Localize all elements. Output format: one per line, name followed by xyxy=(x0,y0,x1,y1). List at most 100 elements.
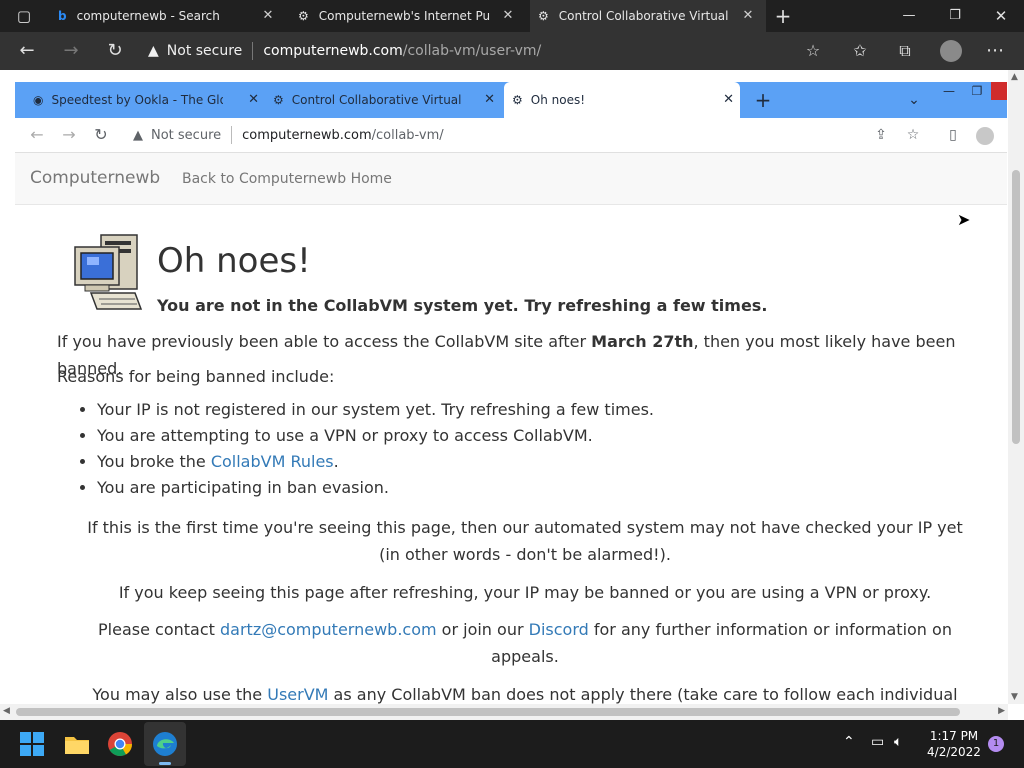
list-item: You are participating in ban evasion. xyxy=(97,475,654,501)
share-icon[interactable]: ⇪ xyxy=(869,118,893,152)
url-path: /collab-vm/user-vm/ xyxy=(402,43,542,59)
collections-icon[interactable]: ⧉ xyxy=(890,32,920,70)
tab-actions-icon[interactable]: ▢ xyxy=(8,0,40,35)
close-icon[interactable]: ✕ xyxy=(723,92,734,107)
contact-note: Please contact dartz@computernewb.com or… xyxy=(98,620,952,666)
page-title: Oh noes! xyxy=(157,241,311,281)
vertical-scrollbar[interactable]: ▲ ▼ xyxy=(1008,70,1024,704)
edge-tab-strip: ▢ b computernewb - Search ✕ ⚙ Computerne… xyxy=(0,0,1024,32)
refresh-icon[interactable]: ↻ xyxy=(100,32,130,70)
network-icon[interactable]: ▭ xyxy=(871,734,884,750)
lead-text: You are not in the CollabVM system yet. … xyxy=(157,296,768,315)
new-tab-icon[interactable]: + xyxy=(748,83,778,117)
chrome-tab-title: Oh noes! xyxy=(530,93,586,107)
not-secure-label: Not secure xyxy=(166,43,243,59)
clock[interactable]: 1:17 PM 4/2/2022 xyxy=(918,728,990,760)
first-time-note: If this is the first time you're seeing … xyxy=(87,518,963,564)
list-item: You broke the CollabVM Rules. xyxy=(97,449,654,475)
edge-tab-title: Computernewb's Internet Pub H xyxy=(318,9,491,23)
speedtest-icon: ◉ xyxy=(33,93,44,107)
edge-tab-search[interactable]: b computernewb - Search ✕ xyxy=(50,0,286,32)
list-item: Your IP is not registered in our system … xyxy=(97,397,654,423)
close-icon[interactable]: ✕ xyxy=(484,92,495,107)
warning-icon: ▲ xyxy=(148,43,159,59)
bing-icon: b xyxy=(58,9,67,23)
bookmark-star-icon[interactable]: ☆ xyxy=(901,118,925,152)
scroll-thumb[interactable] xyxy=(1012,170,1020,444)
taskbar: ⌃ ▭ 🔈︎ 1:17 PM 4/2/2022 xyxy=(0,720,1024,768)
reasons-list: Your IP is not registered in our system … xyxy=(57,397,654,501)
discord-link[interactable]: Discord xyxy=(529,620,589,639)
url-host: computernewb.com xyxy=(242,127,372,143)
edge-tab-title: Control Collaborative Virtual Ma xyxy=(558,9,731,23)
vm-screen: ◉ Speedtest by Ookla - The Global ✕ ⚙ Co… xyxy=(0,70,1024,720)
computer-icon xyxy=(74,234,143,310)
file-explorer-icon[interactable] xyxy=(61,728,93,760)
edge-tab-pub[interactable]: ⚙ Computernewb's Internet Pub H ✕ xyxy=(290,0,526,32)
navbar: Computernewb Back to Computernewb Home xyxy=(15,153,1007,205)
horizontal-scrollbar[interactable]: ◀ ▶ xyxy=(0,704,1008,720)
refresh-note: If you keep seeing this page after refre… xyxy=(118,583,932,602)
side-panel-icon[interactable]: ▯ xyxy=(941,118,965,152)
close-icon[interactable]: ✕ xyxy=(500,8,516,24)
edge-icon xyxy=(153,732,177,756)
close-icon[interactable]: ✕ xyxy=(260,8,276,24)
scroll-right-icon[interactable]: ▶ xyxy=(998,706,1005,716)
edge-address-bar: ← → ↻ ▲ Not secure computernewb.com /col… xyxy=(0,32,1024,70)
chrome-tab-ohnoes[interactable]: ⚙ Oh noes! ✕ xyxy=(504,82,740,118)
scroll-left-icon[interactable]: ◀ xyxy=(3,706,10,716)
restore-icon[interactable]: ❐ xyxy=(965,74,989,108)
minimize-icon[interactable]: — xyxy=(886,0,932,32)
chrome-icon[interactable] xyxy=(104,728,136,760)
uservm-link[interactable]: UserVM xyxy=(267,685,328,704)
chrome-tab-strip: ◉ Speedtest by Ookla - The Global ✕ ⚙ Co… xyxy=(15,82,1007,118)
chrome-address-bar: ← → ↻ ▲ Not secure computernewb.com /col… xyxy=(15,118,1007,153)
chrome-tab-speedtest[interactable]: ◉ Speedtest by Ookla - The Global ✕ xyxy=(25,82,265,118)
back-home-link[interactable]: Back to Computernewb Home xyxy=(182,171,392,187)
edge-taskbar-item[interactable] xyxy=(144,722,186,766)
not-secure-label: Not secure xyxy=(151,127,222,143)
edge-tab-control[interactable]: ⚙ Control Collaborative Virtual Ma ✕ xyxy=(530,0,766,32)
profile-icon[interactable] xyxy=(936,32,966,70)
add-favorite-icon[interactable]: ☆ xyxy=(798,32,828,70)
edge-tab-title: computernewb - Search xyxy=(76,9,220,23)
favorites-icon[interactable]: ✩ xyxy=(845,32,875,70)
warning-icon: ▲ xyxy=(133,127,143,143)
close-icon[interactable]: ✕ xyxy=(740,8,756,24)
chrome-url-field[interactable]: ▲ Not secure computernewb.com /collab-vm… xyxy=(133,122,833,148)
scroll-thumb[interactable] xyxy=(16,708,960,716)
volume-icon[interactable]: 🔈︎ xyxy=(894,734,902,750)
email-link[interactable]: dartz@computernewb.com xyxy=(220,620,437,639)
chrome-tab-control[interactable]: ⚙ Control Collaborative Virtual Ma ✕ xyxy=(265,82,501,118)
collabvm-icon: ⚙ xyxy=(298,9,309,23)
close-window-icon[interactable] xyxy=(991,82,1007,100)
new-tab-icon[interactable]: + xyxy=(768,0,798,35)
reasons-intro: Reasons for being banned include: xyxy=(57,367,335,386)
collabvm-icon: ⚙ xyxy=(512,93,523,107)
windows-start-icon[interactable] xyxy=(16,728,48,760)
collabvm-icon: ⚙ xyxy=(538,9,549,23)
forward-icon[interactable]: → xyxy=(57,118,81,152)
notification-badge[interactable]: 1 xyxy=(988,736,1004,752)
back-icon[interactable]: ← xyxy=(25,118,49,152)
restore-icon[interactable]: ❐ xyxy=(932,0,978,32)
chevron-down-icon[interactable]: ⌄ xyxy=(899,83,929,117)
forward-icon[interactable]: → xyxy=(56,32,86,70)
ban-date: March 27th xyxy=(591,332,694,351)
navbar-brand[interactable]: Computernewb xyxy=(30,168,160,188)
back-icon[interactable]: ← xyxy=(12,32,42,70)
scroll-up-icon[interactable]: ▲ xyxy=(1011,72,1018,82)
rules-link[interactable]: CollabVM Rules xyxy=(211,452,334,471)
more-icon[interactable]: ⋯ xyxy=(980,32,1010,70)
chrome-tab-title: Speedtest by Ookla - The Global xyxy=(51,93,224,107)
close-icon[interactable]: ✕ xyxy=(248,92,259,107)
list-item: You are attempting to use a VPN or proxy… xyxy=(97,423,654,449)
minimize-icon[interactable]: — xyxy=(937,74,961,108)
edge-url-field[interactable]: ▲ Not secure computernewb.com /collab-vm… xyxy=(148,36,838,66)
profile-icon[interactable] xyxy=(973,118,997,152)
chrome-tab-title: Control Collaborative Virtual Ma xyxy=(291,93,464,107)
chevron-up-icon[interactable]: ⌃ xyxy=(843,734,855,750)
close-window-icon[interactable]: ✕ xyxy=(978,0,1024,32)
scroll-down-icon[interactable]: ▼ xyxy=(1011,692,1018,702)
refresh-icon[interactable]: ↻ xyxy=(89,118,113,152)
